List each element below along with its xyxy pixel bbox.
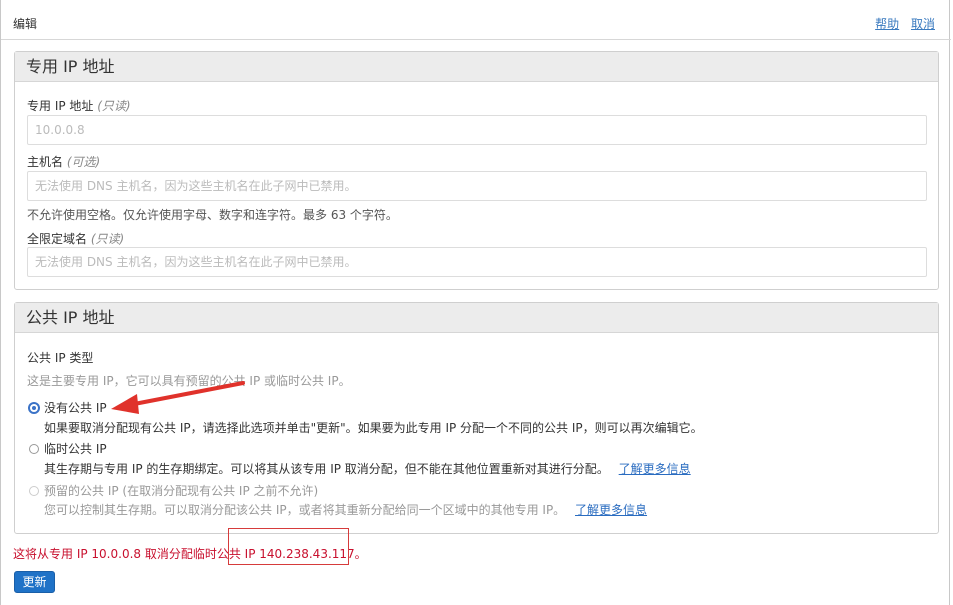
public-ip-panel-title: 公共 IP 地址 — [15, 303, 938, 333]
fqdn-field: 无法使用 DNS 主机名，因为这些主机名在此子网中已禁用。 — [27, 247, 927, 277]
help-link[interactable]: 帮助 — [875, 17, 899, 31]
readonly-qualifier: (只读) — [97, 99, 131, 113]
radio-selected-icon[interactable] — [29, 402, 39, 413]
learn-more-link[interactable]: 了解更多信息 — [575, 503, 647, 517]
private-ip-panel: 专用 IP 地址 专用 IP 地址 (只读) 10.0.0.8 主机名 (可选)… — [14, 51, 939, 290]
hostname-hint: 不允许使用空格。仅允许使用字母、数字和连字符。最多 63 个字符。 — [27, 208, 398, 222]
radio-no-public-ip[interactable]: 没有公共 IP — [29, 399, 107, 416]
radio-disabled-icon — [29, 485, 39, 496]
option-description: 其生存期与专用 IP 的生存期绑定。可以将其从该专用 IP 取消分配，但不能在其… — [44, 462, 691, 476]
private-ip-label: 专用 IP 地址 (只读) — [27, 99, 131, 113]
radio-label: 预留的公共 IP (在取消分配现有公共 IP 之前不允许) — [44, 484, 319, 498]
radio-label: 临时公共 IP — [44, 442, 107, 456]
cancel-link[interactable]: 取消 — [911, 17, 935, 31]
optional-qualifier: (可选) — [66, 155, 101, 169]
radio-label: 没有公共 IP — [44, 401, 107, 415]
radio-ephemeral-public-ip[interactable]: 临时公共 IP — [29, 440, 107, 457]
radio-unselected-icon[interactable] — [29, 443, 39, 454]
private-ip-field: 10.0.0.8 — [27, 115, 927, 145]
option-description: 如果要取消分配现有公共 IP，请选择此选项并单击"更新"。如果要为此专用 IP … — [44, 421, 703, 435]
dialog-frame: 编辑 帮助 取消 专用 IP 地址 专用 IP 地址 (只读) 10.0.0.8… — [0, 0, 951, 605]
fqdn-label: 全限定域名 (只读) — [27, 232, 125, 246]
update-button[interactable]: 更新 — [14, 571, 55, 593]
public-ip-type-label: 公共 IP 类型 — [27, 351, 94, 365]
private-ip-panel-title: 专用 IP 地址 — [15, 52, 938, 82]
dialog-title: 编辑 — [13, 17, 38, 31]
dialog-header: 编辑 帮助 取消 — [1, 0, 951, 40]
readonly-qualifier: (只读) — [90, 232, 125, 246]
radio-reserved-public-ip: 预留的公共 IP (在取消分配现有公共 IP 之前不允许) — [29, 482, 318, 499]
annotation-arrow-icon — [111, 381, 245, 414]
hostname-field[interactable]: 无法使用 DNS 主机名，因为这些主机名在此子网中已禁用。 — [27, 171, 927, 201]
header-links: 帮助 取消 — [867, 15, 935, 32]
hostname-label: 主机名 (可选) — [27, 155, 101, 169]
option-description: 您可以控制其生存期。可以取消分配该公共 IP，或者将其重新分配给同一个区域中的其… — [44, 503, 648, 517]
learn-more-link[interactable]: 了解更多信息 — [619, 462, 691, 476]
annotation-highlight-box — [228, 528, 349, 565]
